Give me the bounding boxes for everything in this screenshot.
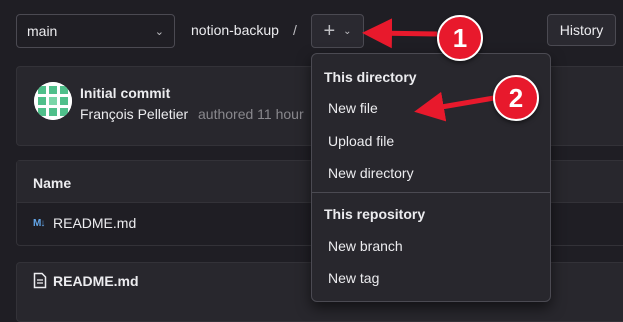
section-this-repository: This repository [324,206,426,222]
commit-meta: authored 11 hour [198,106,304,122]
menu-item-new-tag[interactable]: New tag [328,270,379,286]
breadcrumb-repo[interactable]: notion-backup [191,22,279,38]
chevron-down-icon: ⌄ [154,25,164,38]
commit-author[interactable]: François Pelletier [80,106,188,122]
annotation-badge-2: 2 [493,75,539,121]
avatar[interactable] [34,82,72,120]
identicon-icon [34,82,72,120]
menu-item-new-file[interactable]: New file [328,100,378,116]
table-row-file-name[interactable]: README.md [53,215,136,231]
chevron-down-icon: ⌄ [343,25,352,37]
readme-title[interactable]: README.md [53,273,139,289]
branch-name: main [27,23,58,39]
history-button[interactable]: History [547,14,616,46]
menu-item-new-directory[interactable]: New directory [328,165,414,181]
annotation-badge-1: 1 [437,15,483,61]
section-this-directory: This directory [324,69,417,85]
menu-divider [312,192,550,193]
breadcrumb-separator: / [293,22,297,38]
menu-item-new-branch[interactable]: New branch [328,238,403,254]
column-header-name: Name [33,175,72,191]
markdown-icon: M↓ [33,218,45,229]
commit-title[interactable]: Initial commit [80,85,170,101]
plus-icon: + [323,20,336,42]
arrow-icon [362,18,438,49]
menu-item-upload-file[interactable]: Upload file [328,133,394,149]
branch-selector[interactable]: main ⌄ [16,14,175,48]
document-icon [33,272,47,294]
add-to-tree-button[interactable]: + ⌄ [311,14,364,48]
